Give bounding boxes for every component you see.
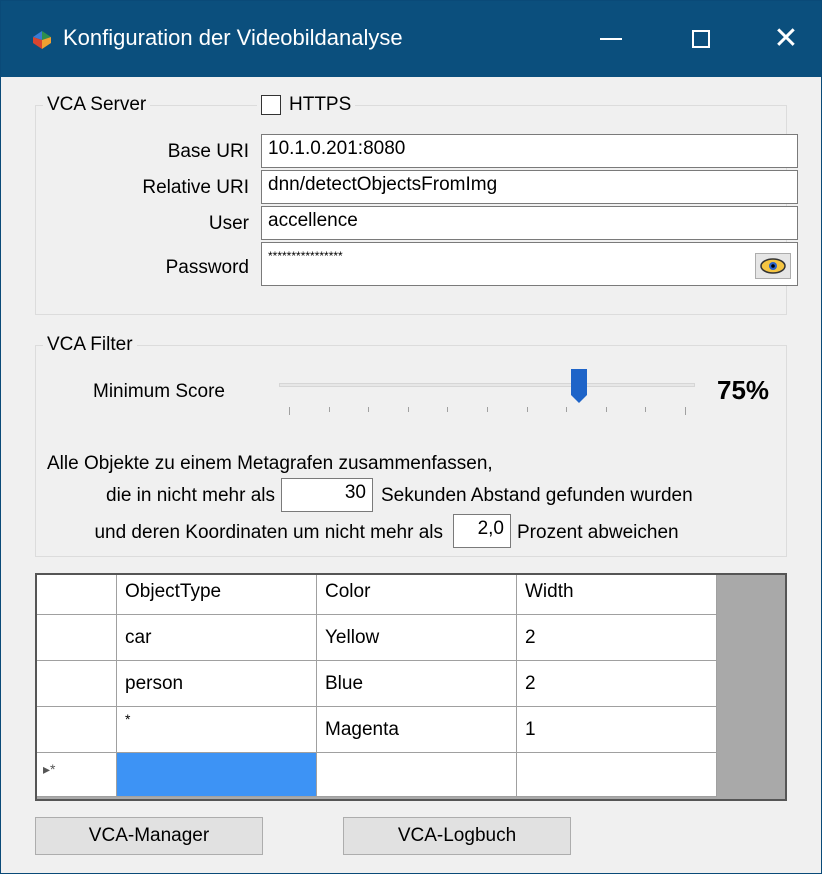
column-header-objecttype[interactable]: ObjectType <box>117 575 317 615</box>
title-bar[interactable]: Konfiguration der Videobildanalyse ✕ <box>1 1 821 77</box>
min-score-label: Minimum Score <box>93 381 225 402</box>
seconds-prefix: die in nicht mehr als <box>106 485 275 506</box>
table-cell-objecttype[interactable]: car <box>117 615 317 661</box>
percent-input[interactable]: 2,0 <box>453 514 511 548</box>
relative-uri-input[interactable]: dnn/detectObjectsFromImg <box>261 170 798 204</box>
password-input[interactable]: **************** <box>261 242 798 286</box>
new-row-indicator[interactable]: ▸* <box>37 753 117 797</box>
slider-tick <box>685 407 686 415</box>
row-header[interactable] <box>37 615 117 661</box>
password-label: Password <box>165 257 249 278</box>
column-header-width[interactable]: Width <box>517 575 717 615</box>
min-score-slider[interactable] <box>279 367 695 417</box>
eye-icon <box>760 258 786 274</box>
slider-thumb[interactable] <box>571 369 587 405</box>
config-window: Konfiguration der Videobildanalyse ✕ VCA… <box>0 0 822 874</box>
table-cell-objecttype[interactable]: person <box>117 661 317 707</box>
table-cell-width[interactable]: 2 <box>517 615 717 661</box>
app-icon <box>33 31 51 49</box>
seconds-input[interactable]: 30 <box>281 478 373 512</box>
relative-uri-label: Relative URI <box>142 177 249 198</box>
user-label: User <box>208 213 249 234</box>
slider-tick <box>447 407 449 412</box>
slider-tick <box>407 407 409 412</box>
table-cell-color[interactable]: Yellow <box>317 615 517 661</box>
table-cell-color[interactable]: Blue <box>317 661 517 707</box>
new-row-cell-objecttype[interactable] <box>117 753 317 797</box>
slider-track <box>279 383 695 387</box>
window-title: Konfiguration der Videobildanalyse <box>63 25 403 50</box>
object-type-grid[interactable]: ObjectType Color Width car Yellow 2 pers… <box>35 573 787 801</box>
close-button[interactable]: ✕ <box>741 1 822 77</box>
base-uri-input[interactable]: 10.1.0.201:8080 <box>261 134 798 168</box>
https-checkbox[interactable] <box>261 95 281 115</box>
maximize-icon <box>692 30 710 48</box>
maximize-button[interactable] <box>656 1 746 77</box>
slider-tick <box>289 407 290 415</box>
new-row-cell-color[interactable] <box>317 753 517 797</box>
slider-tick <box>526 407 528 412</box>
close-icon: ✕ <box>773 21 799 56</box>
table-cell-objecttype[interactable]: * <box>117 707 317 753</box>
table-cell-width[interactable]: 2 <box>517 661 717 707</box>
slider-tick <box>487 407 488 412</box>
https-label: HTTPS <box>289 94 352 115</box>
minimize-icon <box>600 38 622 40</box>
min-score-value: 75% <box>717 375 770 405</box>
percent-prefix: und deren Koordinaten um nicht mehr als <box>94 522 443 543</box>
seconds-suffix: Sekunden Abstand gefunden wurden <box>381 485 693 506</box>
vca-logbook-button[interactable]: VCA-Logbuch <box>343 817 571 855</box>
vca-filter-legend: VCA Filter <box>43 334 137 356</box>
slider-tick <box>368 407 370 412</box>
base-uri-label: Base URI <box>167 141 249 162</box>
vca-manager-button[interactable]: VCA-Manager <box>35 817 263 855</box>
table-cell-color[interactable]: Magenta <box>317 707 517 753</box>
slider-tick <box>328 407 330 412</box>
table-cell-width[interactable]: 1 <box>517 707 717 753</box>
slider-tick <box>645 407 647 412</box>
percent-suffix: Prozent abweichen <box>517 522 679 543</box>
slider-tick <box>566 407 568 412</box>
slider-tick <box>605 407 607 412</box>
column-header-color[interactable]: Color <box>317 575 517 615</box>
grid-corner-header <box>37 575 117 615</box>
minimize-button[interactable] <box>566 1 656 77</box>
https-option[interactable]: HTTPS <box>257 94 356 116</box>
new-row-cell-width[interactable] <box>517 753 717 797</box>
merge-line-1: Alle Objekte zu einem Metagrafen zusamme… <box>47 453 493 474</box>
row-header[interactable] <box>37 661 117 707</box>
row-header[interactable] <box>37 707 117 753</box>
show-password-button[interactable] <box>755 253 791 279</box>
user-input[interactable]: accellence <box>261 206 798 240</box>
vca-server-legend: VCA Server <box>43 94 151 116</box>
